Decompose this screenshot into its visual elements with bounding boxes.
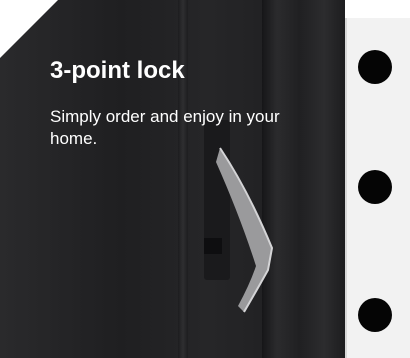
lock-hole-icon [358,170,392,204]
product-banner: 3-point lock Simply order and enjoy in y… [0,0,410,358]
product-title: 3-point lock [50,57,185,84]
corner-notch [0,0,58,58]
product-description: Simply order and enjoy in your home. [50,107,280,148]
lock-hole-icon [358,298,392,332]
door-handle-icon [204,120,274,313]
lock-hole-icon [358,50,392,84]
door-groove [178,0,188,358]
